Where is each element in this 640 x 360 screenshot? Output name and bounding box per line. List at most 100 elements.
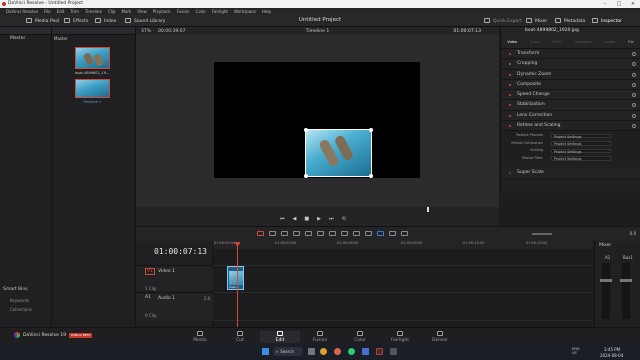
minimize-icon[interactable]: – [598,0,612,8]
inspector-row-super-scale[interactable]: Super Scale [501,168,640,179]
inspector-row-stabilization[interactable]: Stabilization [501,100,640,111]
page-tab-deliver[interactable]: Deliver [420,331,460,343]
clock-date[interactable]: 2024-08-04 [600,353,623,358]
reset-icon[interactable] [632,82,636,87]
blade-tool-icon[interactable] [292,231,300,236]
transform-handle[interactable] [304,128,308,132]
dynamic-trim-icon[interactable] [280,231,288,236]
transform-handle[interactable] [304,174,308,178]
metadata-button[interactable]: Metadata [555,17,585,24]
page-tab-edit[interactable]: Edit [260,331,300,343]
menu-item[interactable]: Fusion [177,9,190,14]
viewer-area[interactable] [136,35,499,211]
playhead-line[interactable] [237,243,238,327]
menu-item[interactable]: Fairlight [212,9,228,14]
enabled-dot[interactable] [509,114,511,117]
start-icon[interactable] [262,348,269,355]
timeline-ruler[interactable]: 01:00:00:00 01:00:03:00 01:00:06:00 01:0… [213,241,593,249]
browser-icon[interactable] [334,348,341,355]
file-explorer-icon[interactable] [320,348,327,355]
inspector-row-transform[interactable]: Transform [501,49,640,60]
menu-item[interactable]: Color [196,9,206,14]
play-reverse-icon[interactable]: ◀ [293,216,297,222]
inspector-row-dynamic-zoom[interactable]: Dynamic Zoom [501,69,640,80]
mixer-button[interactable]: Mixer [526,17,547,24]
menu-item[interactable]: Timeline [85,9,102,14]
master-bin[interactable]: Master [0,35,51,43]
davinci-taskbar-icon[interactable] [376,348,383,355]
fader-bus1[interactable] [620,279,632,282]
language-indicator[interactable]: ENG US [572,347,580,355]
timeline-selector[interactable]: Timeline 1 [136,29,499,34]
app-icon[interactable] [362,348,369,355]
menu-item[interactable]: Workspace [234,9,256,14]
selection-tool-icon[interactable] [256,231,264,236]
loop-icon[interactable]: ⟲ [341,216,345,222]
transform-handle[interactable] [369,128,373,132]
play-icon[interactable]: ▶ [317,216,321,222]
reset-icon[interactable] [632,62,636,67]
audio-level-slider[interactable] [532,233,552,235]
page-tab-color[interactable]: Color [340,331,380,343]
track-name-video1[interactable]: Video 1 [158,269,175,274]
inspector-row-speed-change[interactable]: Speed Change [501,90,640,101]
smart-bins-header[interactable]: Smart Bins [3,287,28,292]
track-id-a1[interactable]: A1 [145,295,151,300]
transform-overlay-image[interactable] [304,128,373,178]
enabled-dot[interactable] [509,63,511,66]
tab-transition[interactable]: Transition [575,40,592,44]
tab-effect[interactable]: Effect [552,40,562,44]
position-lock-icon[interactable] [364,231,372,236]
clip-thumbnail-boat[interactable] [75,47,110,69]
reset-icon[interactable] [632,72,636,77]
quick-export-button[interactable]: Quick Export [484,17,522,24]
menu-item[interactable]: Playback [153,9,171,14]
disabled-dot[interactable] [509,172,511,175]
menu-item[interactable]: Clip [108,9,116,14]
menu-item[interactable]: Help [262,9,271,14]
tab-audio[interactable]: Audio [530,40,540,44]
menu-item[interactable]: DaVinci Resolve [6,9,38,14]
track-name-audio1[interactable]: Audio 1 [158,296,175,301]
close-icon[interactable]: × [626,0,640,8]
reset-icon[interactable] [632,52,636,56]
timeline-thumbnail[interactable] [75,79,110,98]
smart-bin-keywords[interactable]: Keywords [10,298,29,303]
resize-filter-select[interactable]: Project Settings [551,156,611,161]
zoom-fit-icon[interactable] [400,231,408,236]
enabled-dot[interactable] [509,125,511,128]
page-tab-fusion[interactable]: Fusion [300,331,340,343]
transform-handle[interactable] [369,174,373,178]
menu-item[interactable]: View [137,9,147,14]
go-to-end-icon[interactable]: ⏭ [329,216,334,222]
enabled-dot[interactable] [509,83,511,86]
linked-selection-icon[interactable] [352,231,360,236]
menu-item[interactable]: Mark [122,9,132,14]
reset-icon[interactable] [632,93,636,98]
app-icon[interactable] [390,348,397,355]
replace-clip-icon[interactable] [328,231,336,236]
menu-item[interactable]: File [44,9,51,14]
fader-a1[interactable] [600,279,612,282]
timeline-clip-boat[interactable]: boat-... [227,266,244,290]
marker-icon[interactable] [388,231,396,236]
snapping-icon[interactable] [340,231,348,236]
spotify-icon[interactable] [348,348,355,355]
inspector-button[interactable]: Inspector [592,17,622,24]
track-id-v1[interactable]: V1 [145,268,155,275]
menu-item[interactable]: Trim [70,9,79,14]
overwrite-clip-icon[interactable] [316,231,324,236]
enabled-dot[interactable] [509,104,511,107]
insert-clip-icon[interactable] [304,231,312,236]
stop-icon[interactable]: ■ [304,216,309,222]
tab-video[interactable]: Video [507,40,517,44]
video-track-lane[interactable] [213,265,593,291]
flag-icon[interactable] [376,231,384,236]
taskview-icon[interactable] [308,348,315,355]
inspector-row-retime-scaling[interactable]: Retime and Scaling [501,121,640,132]
timeline-tracks[interactable]: 01:00:00:00 01:00:03:00 01:00:06:00 01:0… [213,241,593,327]
inspector-row-composite[interactable]: Composite [501,79,640,91]
menu-item[interactable]: Edit [57,9,65,14]
inspector-row-lens-correction[interactable]: Lens Correction [501,110,640,122]
scaling-select[interactable]: Project Settings [551,148,611,154]
